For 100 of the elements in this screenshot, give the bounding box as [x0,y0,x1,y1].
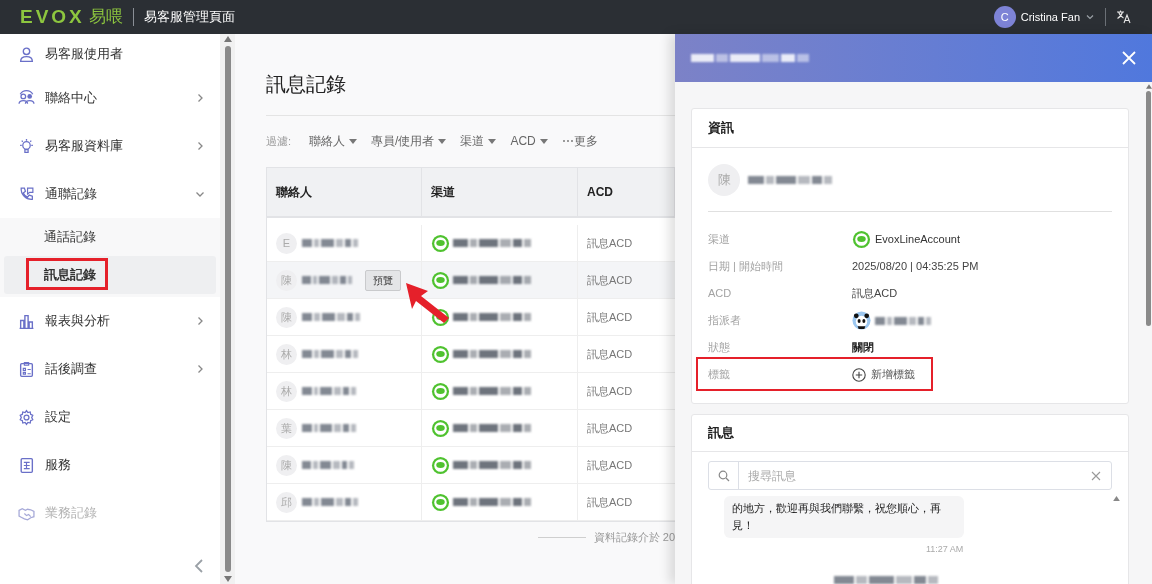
scroll-up-icon [223,36,232,42]
table-cell-text: 訊息ACD [587,309,633,325]
sidebar-item[interactable]: 話後調查 [0,345,220,393]
caret-icon [488,138,497,144]
scroll-up-icon [1145,84,1152,89]
field-label: 渠道 [708,232,731,248]
scrollbar[interactable] [220,34,235,584]
filter-label: 過濾: [266,133,292,149]
user-avatar: C [993,6,1016,28]
table-cell-text: 訊息ACD [587,420,633,436]
close-icon[interactable] [1122,51,1136,65]
filter-dropdown[interactable]: 渠道 [460,132,497,150]
caret-icon [349,138,358,144]
filter-dropdown[interactable]: ACD [510,132,548,150]
redacted-text [875,316,931,325]
document-icon [18,456,35,474]
translate-icon[interactable] [1116,9,1132,25]
filter-dropdown[interactable]: 聯絡人 [309,132,358,150]
caret-icon [539,138,548,144]
user-menu[interactable]: C Cristina Fan [993,6,1095,28]
field-value: 關閉 [852,340,874,356]
page-title: 訊息記錄 [266,72,346,97]
settings-icon [18,408,35,426]
search-input[interactable]: 搜尋訊息 [739,466,1091,485]
table-row[interactable]: 陳 訊息ACD [267,447,675,484]
clipboard-icon [18,360,35,378]
field-label: ACD [708,286,733,302]
sidebar-item[interactable]: 設定 [0,393,220,441]
contact-avatar: 陳 [276,454,297,476]
contact-avatar: E [276,232,297,254]
redacted-text [302,461,354,469]
plus-icon [852,367,866,382]
field-value: 訊息ACD [852,286,898,302]
user-name: Cristina Fan [1020,9,1080,25]
column-header: 渠道 [431,184,455,201]
sidebar-item[interactable]: 通聯記錄 [0,170,220,218]
add-tag-button[interactable]: 新增標籤 [852,366,915,383]
sidebar-item[interactable]: 聯絡中心 [0,74,220,122]
table-row[interactable]: 林 訊息ACD [267,373,675,410]
contact-avatar: 邱 [276,491,297,513]
more-filters-button[interactable]: ⋯更多 [561,132,598,150]
contact-avatar: 林 [276,343,297,365]
redacted-text [302,350,358,358]
sidebar-item[interactable]: 服務 [0,441,220,489]
search-icon [717,469,730,482]
field-label: 指派者 [708,313,742,329]
redacted-text [302,276,352,284]
contact-avatar: 葉 [276,417,297,439]
card-title: 訊息 [708,424,734,443]
table-cell-text: 訊息ACD [587,272,633,288]
table-row[interactable]: 葉 訊息ACD [267,410,675,447]
table-row[interactable]: 邱 訊息ACD [267,484,675,521]
collapse-icon[interactable] [192,558,206,574]
message-time: 11:27 AM [926,543,964,556]
table-row[interactable]: 林 訊息ACD [267,336,675,373]
submenu-item[interactable]: 通話記錄 [4,218,216,256]
table-row[interactable]: E 訊息ACD [267,225,675,262]
message-bubble: 的地方，歡迎再與我們聯繫，祝您順心，再見！ [724,496,964,538]
search-field[interactable]: 搜尋訊息 [708,461,1112,490]
table-cell-text: 訊息ACD [587,346,633,362]
contact-avatar: 陳 [708,163,740,196]
column-header: 聯絡人 [276,184,312,201]
logo-text: 易喂 [88,6,123,29]
redacted-text [302,313,360,321]
redacted-text [302,424,356,432]
chat-bubble-icon [431,270,450,290]
card-title: 資訊 [708,119,734,138]
field-label: 狀態 [708,340,731,356]
field-value: EvoxLineAccount [875,232,960,248]
clear-icon[interactable] [1091,470,1101,481]
preview-button[interactable]: 預覽 [365,269,401,291]
logo-text: EVOX [20,4,85,29]
contact-avatar: 林 [276,380,297,402]
submenu-item[interactable]: 訊息記錄 [4,256,216,294]
contact-avatar: 陳 [276,269,297,291]
redacted-text [302,498,358,506]
chat-bubble-icon [852,230,871,249]
phone-icon [18,185,35,203]
filter-dropdown[interactable]: 專員/使用者 [371,132,447,150]
field-label: 日期 | 開始時間 [708,259,784,275]
table-row[interactable]: 陳 預覽 訊息ACD [267,262,675,299]
footer-text: 資料記錄介於 20 [593,530,675,545]
contact-avatar: 陳 [276,306,297,328]
chat-bubble-icon [431,233,450,253]
chat-bubble-icon [431,418,450,438]
table-cell-text: 訊息ACD [587,235,633,251]
chevron-down-icon [1085,12,1095,22]
table-cell-text: 訊息ACD [587,383,633,399]
table-row[interactable]: 陳 訊息ACD [267,299,675,336]
table-cell-text: 訊息ACD [587,494,633,510]
column-header: ACD [587,184,613,201]
table-cell-text: 訊息ACD [587,457,633,473]
bar-chart-icon [18,312,35,330]
people-icon [18,89,35,107]
redacted-text [302,239,358,247]
sidebar-item[interactable]: 報表與分析 [0,297,220,345]
redacted-text [302,387,356,395]
sidebar-item[interactable]: 易客服資料庫 [0,122,220,170]
sidebar-item[interactable]: 易客服使用者 [0,34,220,74]
chat-bubble-icon [431,344,450,364]
